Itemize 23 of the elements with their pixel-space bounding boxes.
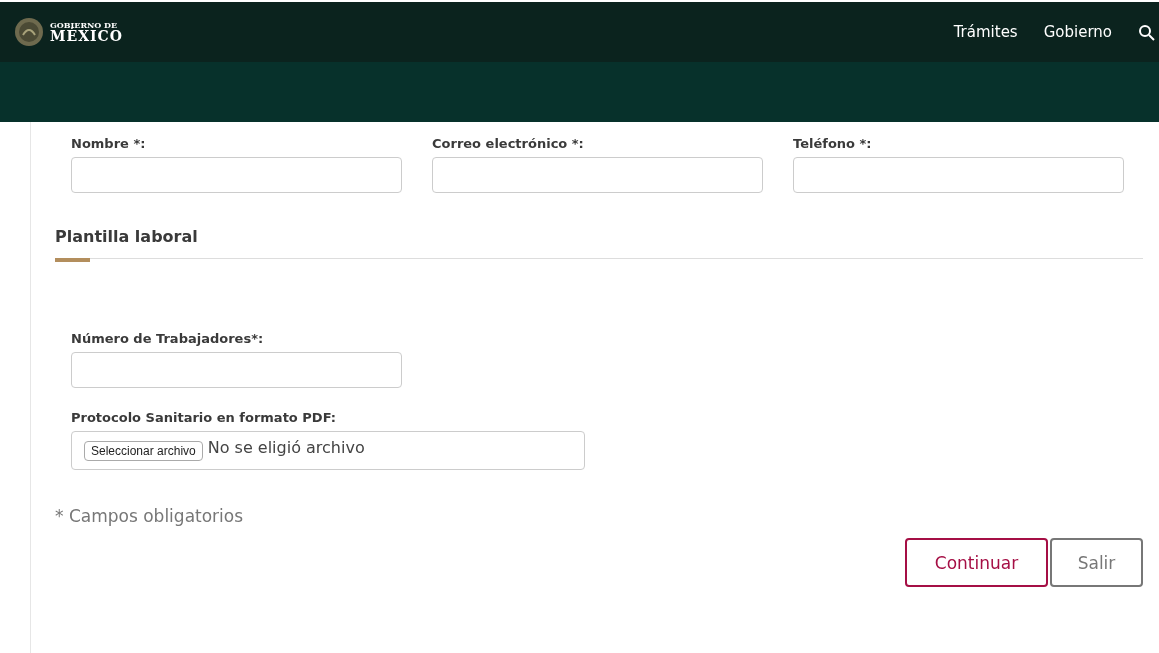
field-label: Protocolo Sanitario en formato PDF: (71, 410, 337, 425)
field-label: Correo electrónico *: (432, 136, 585, 151)
nav-link[interactable]: Gobierno (1043, 23, 1112, 41)
continue-button[interactable]: Continuar (905, 538, 1048, 587)
seal-icon (14, 17, 44, 47)
search-icon[interactable] (1138, 23, 1155, 41)
input-field[interactable] (71, 352, 402, 388)
exit-button[interactable]: Salir (1050, 538, 1143, 587)
input-field[interactable] (793, 157, 1124, 193)
file-status-text: No se eligió archivo (207, 438, 365, 457)
logo-text: GOBIERNO DE (50, 21, 118, 29)
title-underline-accent (55, 258, 90, 262)
logo-text: MÉXICO (50, 29, 123, 43)
nav-link[interactable]: Trámites (953, 23, 1018, 41)
required-fields-note: * Campos obligatorios (55, 506, 245, 526)
field-label: Teléfono *: (793, 136, 873, 151)
field-label: Número de Trabajadores*: (71, 331, 265, 346)
file-input-field[interactable]: Seleccionar archivo No se eligió archivo (71, 431, 585, 470)
input-field[interactable] (432, 157, 763, 193)
input-field[interactable] (71, 157, 402, 193)
section-title: Plantilla laboral (55, 227, 199, 246)
choose-file-button[interactable]: Seleccionar archivo (84, 440, 203, 461)
field-label: Nombre *: (71, 136, 147, 151)
